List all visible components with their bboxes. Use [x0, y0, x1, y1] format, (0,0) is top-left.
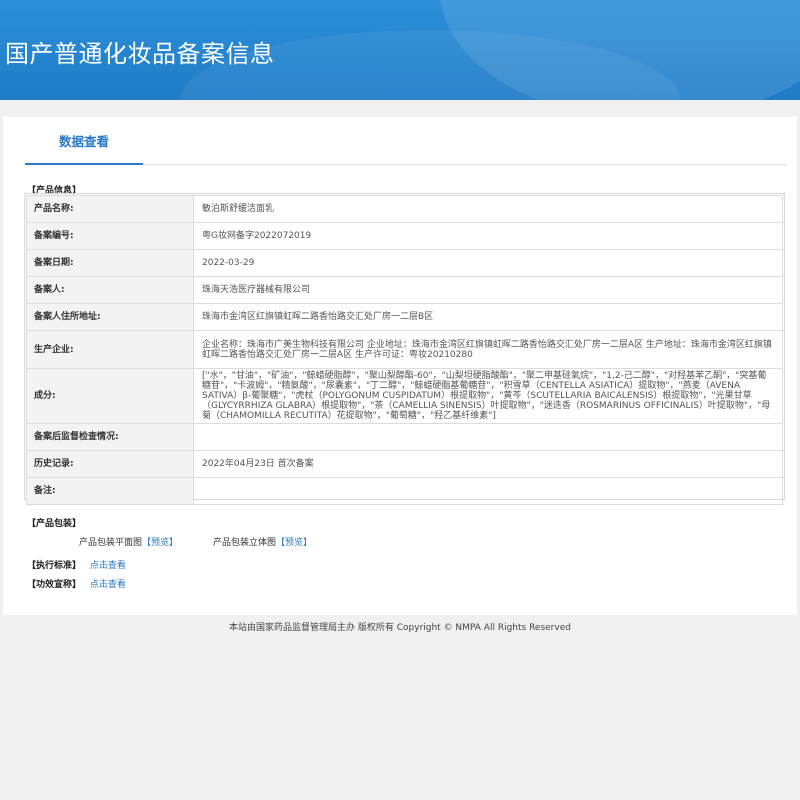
packaging-solid-label: 产品包装立体图	[213, 538, 277, 548]
registrant-address-value: 珠海市金湾区红旗镇虹晖二路香怡路交汇处厂房一二层B区	[193, 303, 783, 331]
footer-copyright: 本站由国家药品监督管理局主办 版权所有 Copyright © NMPA All…	[229, 623, 571, 633]
table-row: 历史记录: 2022年04月23日 首次备案	[26, 450, 783, 478]
table-row: 生产企业: 企业名称：珠海市广美生物科技有限公司 企业地址：珠海市金湾区红旗镇虹…	[26, 330, 783, 369]
history-value: 2022年04月23日 首次备案	[193, 450, 783, 478]
packaging-flat: 产品包装平面图【预览】	[79, 535, 178, 548]
table-row: 成分: ["水"，"甘油"，"矿油"，"鲸蜡硬脂醇"，"聚山梨醇酯-60"，"山…	[26, 368, 783, 424]
row-label: 备案编号:	[26, 222, 194, 250]
efficacy-label: 【功效宣称】	[27, 580, 82, 590]
row-label: 备案后监督检查情况:	[26, 423, 194, 451]
standard-label: 【执行标准】	[27, 561, 82, 571]
registrant-value: 珠海天浩医疗器械有限公司	[193, 276, 783, 304]
remarks-value	[193, 477, 783, 505]
product-info-table: 产品名称: 敏泊斯舒缓洁面乳 备案编号: 粤G妆网备字2022072019 备案…	[26, 195, 783, 505]
filing-date-value: 2022-03-29	[193, 249, 783, 277]
efficacy-view-link[interactable]: 点击查看	[90, 580, 126, 590]
row-label: 备注:	[26, 477, 194, 505]
ingredients-value: ["水"，"甘油"，"矿油"，"鲸蜡硬脂醇"，"聚山梨醇酯-60"，"山梨坦硬脂…	[193, 368, 783, 424]
row-label: 备案人住所地址:	[26, 303, 194, 331]
efficacy-row: 【功效宣称】 点击查看	[27, 577, 126, 590]
row-label: 备案人:	[26, 276, 194, 304]
packaging-solid: 产品包装立体图【预览】	[213, 535, 312, 548]
row-label: 备案日期:	[26, 249, 194, 277]
row-label: 生产企业:	[26, 330, 194, 369]
standard-view-link[interactable]: 点击查看	[90, 561, 126, 571]
row-label: 成分:	[26, 368, 194, 424]
table-row: 备案后监督检查情况:	[26, 423, 783, 451]
standard-row: 【执行标准】 点击查看	[27, 558, 126, 571]
table-row: 备案日期: 2022-03-29	[26, 249, 783, 277]
preview-flat-link[interactable]: 【预览】	[142, 538, 178, 548]
row-label: 历史记录:	[26, 450, 194, 478]
header-banner: 国产普通化妆品备案信息	[0, 0, 800, 100]
tab-bar: 数据查看	[25, 117, 787, 165]
packaging-flat-label: 产品包装平面图	[79, 538, 143, 548]
table-row: 备案编号: 粤G妆网备字2022072019	[26, 222, 783, 250]
product-name-value: 敏泊斯舒缓洁面乳	[193, 195, 783, 223]
row-label: 产品名称:	[26, 195, 194, 223]
packaging-heading: 【产品包装】	[27, 519, 82, 529]
page-title: 国产普通化妆品备案信息	[5, 40, 275, 68]
inspection-value	[193, 423, 783, 451]
table-row: 备案人住所地址: 珠海市金湾区红旗镇虹晖二路香怡路交汇处厂房一二层B区	[26, 303, 783, 331]
table-row: 备案人: 珠海天浩医疗器械有限公司	[26, 276, 783, 304]
tab-data-view[interactable]: 数据查看	[25, 117, 143, 165]
table-row: 产品名称: 敏泊斯舒缓洁面乳	[26, 195, 783, 223]
table-row: 备注:	[26, 477, 783, 505]
manufacturer-value: 企业名称：珠海市广美生物科技有限公司 企业地址：珠海市金湾区红旗镇虹晖二路香怡路…	[193, 330, 783, 369]
preview-solid-link[interactable]: 【预览】	[276, 538, 312, 548]
filing-number-value: 粤G妆网备字2022072019	[193, 222, 783, 250]
